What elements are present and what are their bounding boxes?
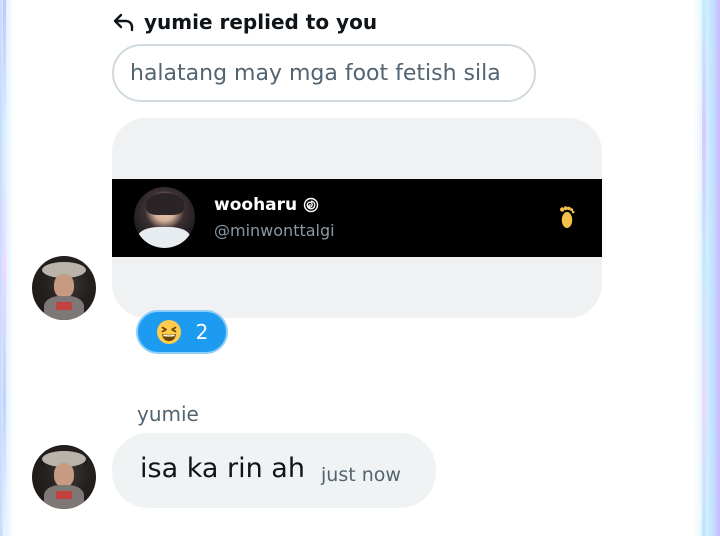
message-bubble[interactable]: isa ka rin ah just now xyxy=(112,433,436,508)
profile-name: wooharu xyxy=(214,195,319,215)
message-timestamp: just now xyxy=(321,464,401,486)
avatar[interactable] xyxy=(32,256,96,320)
message-text: isa ka rin ah xyxy=(140,453,305,484)
spiral-icon xyxy=(303,197,319,213)
profile-strip[interactable]: wooharu @minwonttalgi xyxy=(112,179,602,257)
reaction-count: 2 xyxy=(195,320,209,344)
reply-arrow-icon xyxy=(113,13,134,32)
shared-profile-card[interactable]: wooharu @minwonttalgi xyxy=(112,118,602,318)
quoted-message[interactable]: halatang may mga foot fetish sila xyxy=(112,44,536,102)
profile-handle: @minwonttalgi xyxy=(214,221,335,240)
foot-icon xyxy=(560,206,575,228)
sender-name: yumie xyxy=(137,402,199,426)
avatar[interactable] xyxy=(32,445,96,509)
reaction-pill[interactable]: 2 xyxy=(136,310,228,354)
left-holographic-border xyxy=(0,0,14,536)
right-holographic-border xyxy=(694,0,720,536)
quoted-message-text: halatang may mga foot fetish sila xyxy=(130,60,501,86)
profile-name-text: wooharu xyxy=(214,195,298,215)
profile-avatar[interactable] xyxy=(134,187,195,248)
reply-header: yumie replied to you xyxy=(112,8,377,36)
reply-header-text: yumie replied to you xyxy=(144,10,378,34)
grinning-squinting-face-icon xyxy=(156,320,181,344)
